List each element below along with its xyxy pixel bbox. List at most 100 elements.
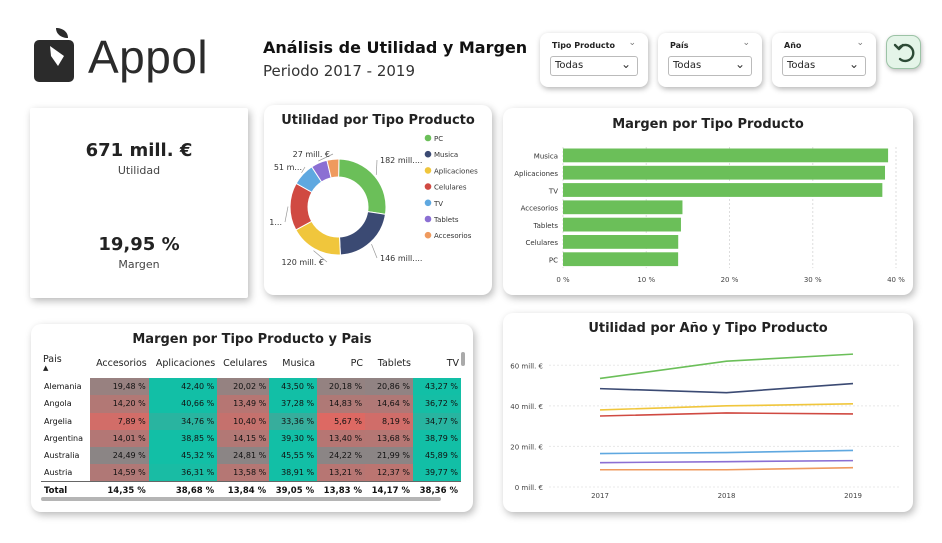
y-category-label: Accesorios bbox=[521, 205, 559, 213]
bar-chart: 0 % 10 % 20 % 30 % 40 % Musica Aplicaciones TV A… bbox=[514, 147, 905, 284]
legend-label: Accesorios bbox=[434, 232, 472, 240]
margin-cell: 39,30 % bbox=[269, 429, 318, 448]
legend-label: Musica bbox=[434, 151, 458, 159]
donut-chart: 182 mill.... 146 mill.... 120 mill. € 1... 5… bbox=[269, 134, 478, 267]
utilidad-label: Utilidad bbox=[117, 164, 161, 177]
margin-matrix-table: Pais ▲ Accesorios Aplicaciones Celulares Musi… bbox=[41, 350, 461, 500]
y-tick-label: 60 mill. € bbox=[510, 362, 543, 370]
donut-slice-musica bbox=[338, 211, 387, 256]
table-row: Australia 24,49 % 45,32 % 24,81 % 45,55 % 24,… bbox=[41, 447, 461, 465]
margin-cell: 24,81 % bbox=[217, 447, 270, 465]
filter-label: País bbox=[670, 41, 689, 50]
bar-pc bbox=[563, 252, 679, 267]
margen-value: 19,95 % bbox=[98, 234, 180, 255]
filter-dropdown[interactable]: Todas ⌄ bbox=[782, 56, 866, 76]
page-subtitle: Periodo 2017 - 2019 bbox=[263, 62, 416, 80]
filter-label: Tipo Producto bbox=[552, 41, 615, 50]
x-tick-label: 10 % bbox=[637, 276, 655, 284]
margin-cell: 34,77 % bbox=[412, 412, 461, 430]
leader-line bbox=[284, 206, 289, 223]
series-line-musica bbox=[599, 382, 854, 394]
chevron-down-icon[interactable]: ⌄ bbox=[742, 38, 750, 48]
column-header[interactable]: Musica bbox=[269, 350, 317, 378]
margin-cell: 21,99 % bbox=[365, 447, 413, 465]
series-line-accesorios bbox=[600, 466, 854, 471]
margin-cell: 13,58 % bbox=[217, 464, 270, 482]
filter-value: Todas bbox=[555, 60, 584, 71]
table-row: Argelia 7,89 % 34,76 % 10,40 % 33,36 % 5,67 %… bbox=[41, 412, 461, 430]
appol-logo: Appol bbox=[33, 26, 223, 86]
horizontal-scrollbar[interactable] bbox=[41, 497, 441, 501]
filter-pais[interactable]: País ⌄ Todas ⌄ bbox=[658, 33, 762, 87]
column-header[interactable]: PC bbox=[317, 350, 365, 378]
margin-cell: 13,21 % bbox=[317, 464, 366, 482]
undo-arrow-icon bbox=[893, 43, 915, 63]
margin-cell: 14,01 % bbox=[89, 429, 149, 448]
column-header[interactable]: Celulares bbox=[217, 350, 269, 378]
series-line-tablets bbox=[599, 459, 854, 464]
filter-dropdown[interactable]: Todas ⌄ bbox=[668, 56, 752, 76]
chevron-down-icon[interactable]: ⌄ bbox=[849, 57, 859, 71]
margin-cell: 43,50 % bbox=[269, 378, 318, 396]
filter-value: Todas bbox=[673, 60, 702, 71]
column-header[interactable]: Aplicaciones bbox=[149, 350, 217, 378]
y-tick-label: 0 mill. € bbox=[515, 484, 543, 492]
margin-cell: 14,15 % bbox=[217, 429, 270, 448]
column-header[interactable]: Pais ▲ bbox=[41, 350, 90, 378]
y-category-label: Aplicaciones bbox=[514, 170, 558, 178]
bar-musica bbox=[563, 148, 889, 163]
margin-cell: 12,37 % bbox=[365, 464, 413, 482]
kpi-card: 671 mill. € Utilidad 19,95 % Margen bbox=[30, 108, 248, 298]
country-cell: Australia bbox=[41, 447, 90, 465]
table-header-row: Pais ▲ Accesorios Aplicaciones Celulares Musi… bbox=[41, 350, 461, 378]
legend-marker bbox=[424, 215, 432, 223]
legend-label: TV bbox=[433, 200, 443, 208]
margin-cell: 24,22 % bbox=[317, 447, 366, 465]
line-chart-card: Utilidad por Año y Tipo Producto 0 mill.… bbox=[503, 313, 913, 512]
vertical-scrollbar[interactable] bbox=[461, 352, 465, 366]
page-title: Análisis de Utilidad y Margen bbox=[263, 38, 528, 57]
margin-cell: 37,28 % bbox=[269, 395, 318, 413]
legend-label: Tablets bbox=[433, 216, 459, 224]
country-cell: Austria bbox=[41, 464, 90, 482]
apple-logo-icon bbox=[34, 28, 74, 82]
bar-tv bbox=[563, 183, 883, 197]
margin-cell: 20,02 % bbox=[217, 378, 270, 396]
chevron-down-icon[interactable]: ⌄ bbox=[735, 57, 745, 71]
matrix-card: Margen por Tipo Producto y Pais Pais ▲ Acc… bbox=[31, 324, 473, 512]
filter-tipo-producto[interactable]: Tipo Producto ⌄ Todas ⌄ bbox=[540, 33, 648, 87]
y-category-label: PC bbox=[549, 256, 558, 264]
country-cell: Argentina bbox=[41, 429, 90, 448]
legend-label: PC bbox=[434, 135, 443, 143]
margin-cell: 20,86 % bbox=[365, 378, 413, 396]
column-header[interactable]: Tablets bbox=[365, 350, 413, 378]
bar-tablets bbox=[563, 217, 681, 232]
x-tick-label: 40 % bbox=[887, 276, 905, 284]
chevron-down-icon[interactable]: ⌄ bbox=[621, 57, 631, 71]
legend-label: Celulares bbox=[434, 184, 467, 192]
column-header[interactable]: Accesorios bbox=[90, 350, 149, 378]
margin-cell: 40,66 % bbox=[148, 395, 218, 413]
chevron-down-icon[interactable]: ⌄ bbox=[628, 38, 636, 48]
margin-cell: 33,36 % bbox=[269, 412, 318, 430]
margin-cell: 7,89 % bbox=[89, 412, 149, 430]
data-label: 182 mill.... bbox=[380, 156, 422, 165]
sort-ascending-icon[interactable]: ▲ bbox=[43, 365, 88, 372]
margin-cell: 8,19 % bbox=[365, 412, 413, 430]
filter-ano[interactable]: Año ⌄ Todas ⌄ bbox=[772, 33, 876, 87]
margin-cell: 45,89 % bbox=[412, 447, 461, 465]
margin-cell: 13,40 % bbox=[317, 429, 366, 448]
legend-marker bbox=[424, 231, 432, 239]
x-tick-label: 20 % bbox=[721, 276, 739, 284]
margin-cell: 20,18 % bbox=[317, 378, 366, 396]
margin-cell: 42,40 % bbox=[148, 378, 218, 396]
utilidad-value: 671 mill. € bbox=[85, 140, 193, 161]
filter-dropdown[interactable]: Todas ⌄ bbox=[550, 56, 638, 76]
x-tick-label: 2018 bbox=[718, 492, 736, 500]
column-header[interactable]: TV bbox=[413, 350, 461, 378]
chevron-down-icon[interactable]: ⌄ bbox=[856, 38, 864, 48]
back-button[interactable] bbox=[886, 35, 921, 69]
leader-line bbox=[375, 159, 378, 175]
country-cell: Argelia bbox=[41, 412, 90, 430]
country-cell: Alemania bbox=[41, 378, 90, 396]
